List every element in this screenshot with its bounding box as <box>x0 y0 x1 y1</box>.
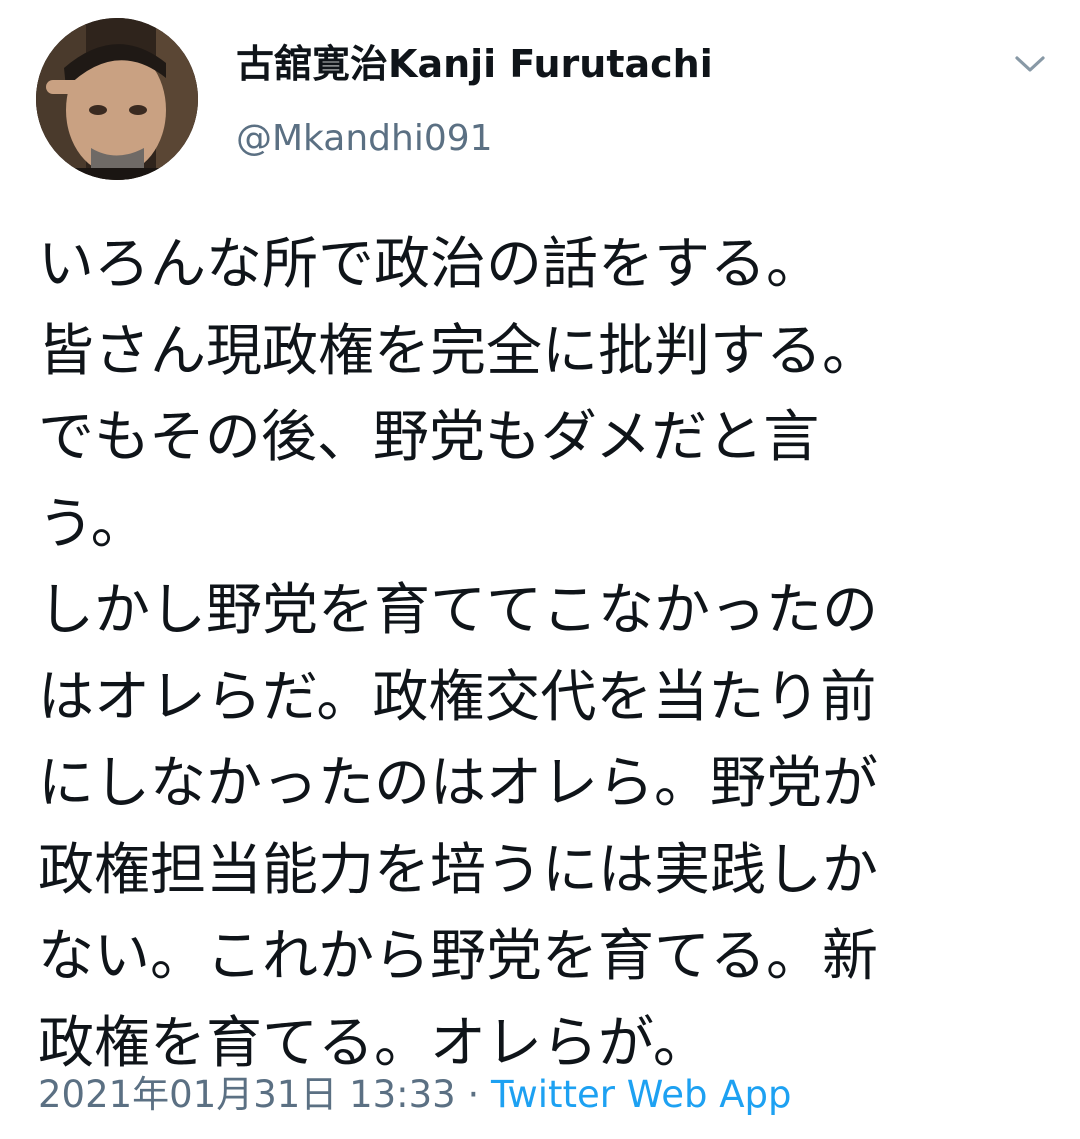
tweet-line: にしなかったのはオレら。野党が <box>38 751 878 816</box>
tweet-line: ない。これから野党を育てる。新 <box>38 924 878 989</box>
tweet-line: でもその後、野党もダメだと言 <box>38 405 820 470</box>
author-display-name[interactable]: 古舘寛治Kanji Furutachi <box>236 40 713 88</box>
tweet-line: う。 <box>38 491 147 557</box>
profile-photo-icon <box>36 18 198 180</box>
tweet-line: いろんな所で政治の話をする。 <box>38 232 822 297</box>
tweet-menu-button[interactable] <box>1008 44 1052 84</box>
tweet-meta: 2021年01月31日 13:33 · Twitter Web App <box>38 1070 792 1120</box>
tweet-line: 政権担当能力を培うには実践しか <box>38 837 878 903</box>
tweet-text: いろんな所で政治の話をする。 皆さん現政権を完全に批判する。 でもその後、野党も… <box>38 222 1042 1087</box>
meta-separator: · <box>455 1073 492 1116</box>
tweet-line: しかし野党を育ててこなかったの <box>38 578 878 643</box>
avatar[interactable] <box>36 18 198 180</box>
tweet-timestamp[interactable]: 2021年01月31日 13:33 <box>38 1073 456 1116</box>
chevron-down-icon <box>1015 56 1045 72</box>
tweet-line: はオレらだ。政権交代を当たり前 <box>38 664 877 730</box>
tweet-line: 皆さん現政権を完全に批判する。 <box>38 318 878 384</box>
author-handle[interactable]: @Mkandhi091 <box>236 116 493 162</box>
tweet-source-link[interactable]: Twitter Web App <box>491 1073 791 1116</box>
